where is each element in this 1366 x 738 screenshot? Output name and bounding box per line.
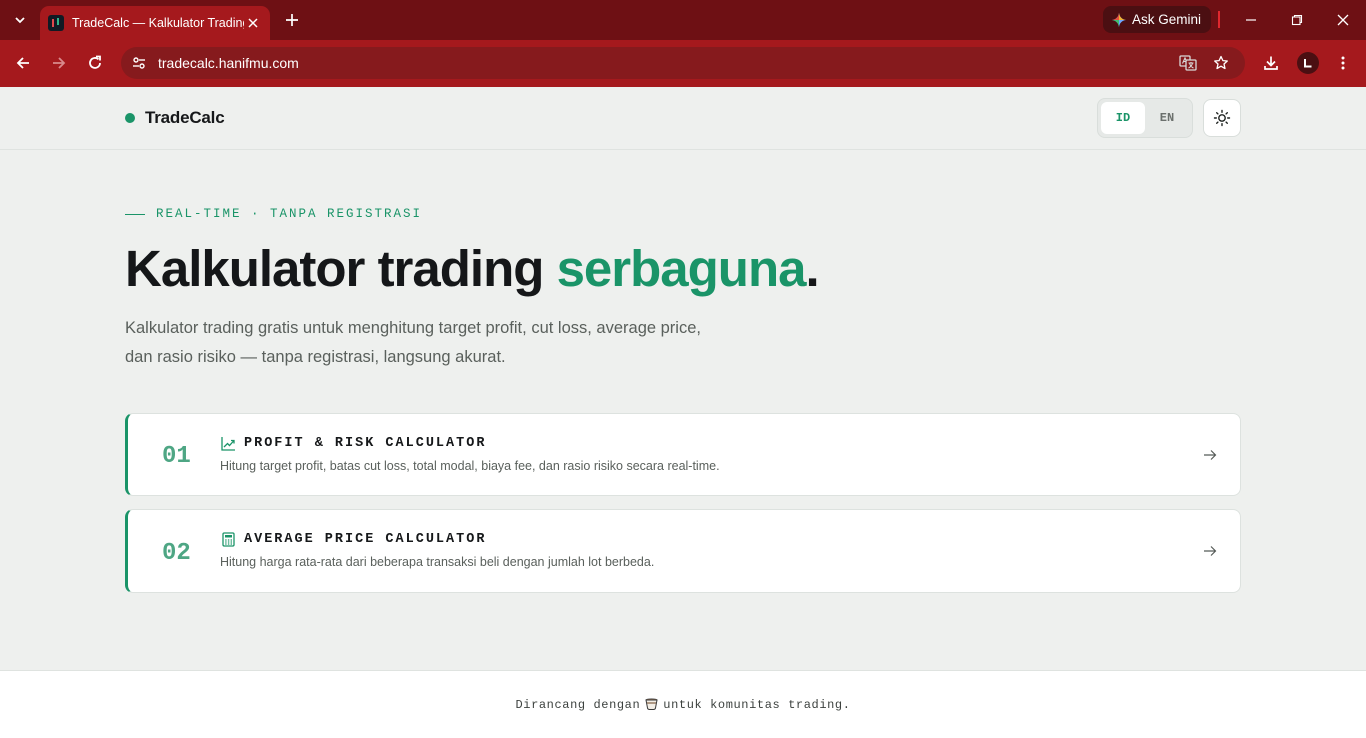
profile-avatar[interactable]: [1297, 52, 1319, 74]
card-title: PROFIT & RISK CALCULATOR: [244, 435, 487, 451]
browser-tab[interactable]: TradeCalc — Kalkulator Trading: [40, 6, 270, 40]
lang-option-en[interactable]: EN: [1145, 102, 1189, 134]
new-tab-button[interactable]: [280, 8, 304, 32]
footer-text: Dirancang dengan untuk komunitas trading.: [0, 697, 1366, 712]
headline-end: .: [805, 240, 819, 297]
browser-toolbar: tradecalc.hanifmu.com: [0, 40, 1366, 87]
tab-close-button[interactable]: [244, 14, 262, 32]
translate-button[interactable]: [1178, 53, 1198, 73]
close-window-button[interactable]: [1331, 8, 1355, 32]
headline-accent: serbaguna: [556, 240, 807, 297]
card-title-row: PROFIT & RISK CALCULATOR: [220, 435, 486, 451]
url-text: tradecalc.hanifmu.com: [158, 55, 299, 71]
translate-icon: [1179, 55, 1197, 71]
browser-tab-strip: TradeCalc — Kalkulator Trading Ask Gemin…: [0, 0, 1366, 40]
brand-logo[interactable]: TradeCalc: [125, 108, 225, 128]
arrow-right-icon: [53, 57, 66, 69]
gemini-sparkle-icon: [1112, 12, 1126, 27]
card-number: 01: [162, 443, 191, 470]
back-button[interactable]: [11, 51, 35, 75]
star-icon: [1214, 55, 1228, 70]
profile-icon: [1304, 59, 1312, 68]
card-description: Hitung harga rata-rata dari beberapa tra…: [220, 555, 655, 569]
ask-gemini-label: Ask Gemini: [1132, 12, 1202, 27]
more-vertical-icon: [1341, 56, 1345, 70]
plus-icon: [286, 14, 298, 26]
theme-toggle-button[interactable]: [1203, 99, 1241, 137]
trending-up-icon: [220, 435, 236, 451]
restore-icon: [1291, 14, 1303, 26]
site-header: TradeCalc ID EN: [0, 87, 1366, 150]
arrow-right-icon: [1202, 543, 1218, 559]
hero-headline: Kalkulator trading serbaguna.: [125, 239, 820, 299]
card-title: AVERAGE PRICE CALCULATOR: [244, 531, 487, 547]
minimize-icon: [1246, 19, 1256, 21]
arrow-left-icon: [16, 57, 29, 69]
card-number: 02: [162, 540, 191, 567]
card-title-row: AVERAGE PRICE CALCULATOR: [220, 531, 486, 547]
headline-main: Kalkulator trading: [125, 240, 557, 297]
site-footer: Dirancang dengan untuk komunitas trading.: [0, 670, 1366, 738]
minimize-button[interactable]: [1239, 8, 1263, 32]
close-icon: [248, 18, 258, 28]
calculator-card-profit-risk[interactable]: 01 PROFIT & RISK CALCULATOR Hitung targe…: [125, 413, 1241, 496]
browser-menu-button[interactable]: [1331, 51, 1355, 75]
address-bar[interactable]: tradecalc.hanifmu.com: [121, 47, 1245, 79]
brand-dot-icon: [125, 113, 135, 123]
calculator-card-average-price[interactable]: 02 AVERAGE PRICE CALCULATOR Hitung harga…: [125, 509, 1241, 593]
arrow-right-icon: [1202, 447, 1218, 463]
eyebrow-line: [125, 213, 145, 215]
tab-title: TradeCalc — Kalkulator Trading: [72, 16, 244, 30]
chevron-down-icon: [15, 17, 25, 24]
brand-name: TradeCalc: [145, 108, 225, 127]
bookmark-button[interactable]: [1211, 53, 1231, 73]
hero-lead: Kalkulator trading gratis untuk menghitu…: [125, 319, 701, 366]
calculator-icon: [220, 531, 236, 547]
download-icon: [1264, 56, 1278, 70]
card-description: Hitung target profit, batas cut loss, to…: [220, 459, 720, 473]
downloads-button[interactable]: [1259, 51, 1283, 75]
forward-button[interactable]: [47, 51, 71, 75]
lang-option-id[interactable]: ID: [1101, 102, 1145, 134]
sun-icon: [1213, 109, 1231, 127]
ask-gemini-button[interactable]: Ask Gemini: [1103, 6, 1211, 33]
language-switcher: ID EN: [1097, 98, 1193, 138]
tab-search-button[interactable]: [8, 8, 32, 32]
restore-button[interactable]: [1285, 8, 1309, 32]
toolbar-divider: [1218, 11, 1220, 28]
tune-icon: [133, 57, 145, 69]
site-info-button[interactable]: [129, 53, 149, 73]
eyebrow-text: REAL-TIME · TANPA REGISTRASI: [156, 207, 423, 221]
site-favicon-icon: [48, 15, 64, 31]
close-icon: [1337, 14, 1349, 26]
hero-eyebrow: REAL-TIME · TANPA REGISTRASI: [125, 207, 422, 221]
page: TradeCalc ID EN REAL-TIME · TANPA REGIST…: [0, 87, 1366, 738]
reload-icon: [89, 55, 101, 69]
reload-button[interactable]: [83, 51, 107, 75]
footer-text-before: Dirancang dengan: [515, 698, 641, 712]
footer-text-after: untuk komunitas trading.: [663, 698, 851, 712]
cup-icon: [645, 698, 658, 710]
